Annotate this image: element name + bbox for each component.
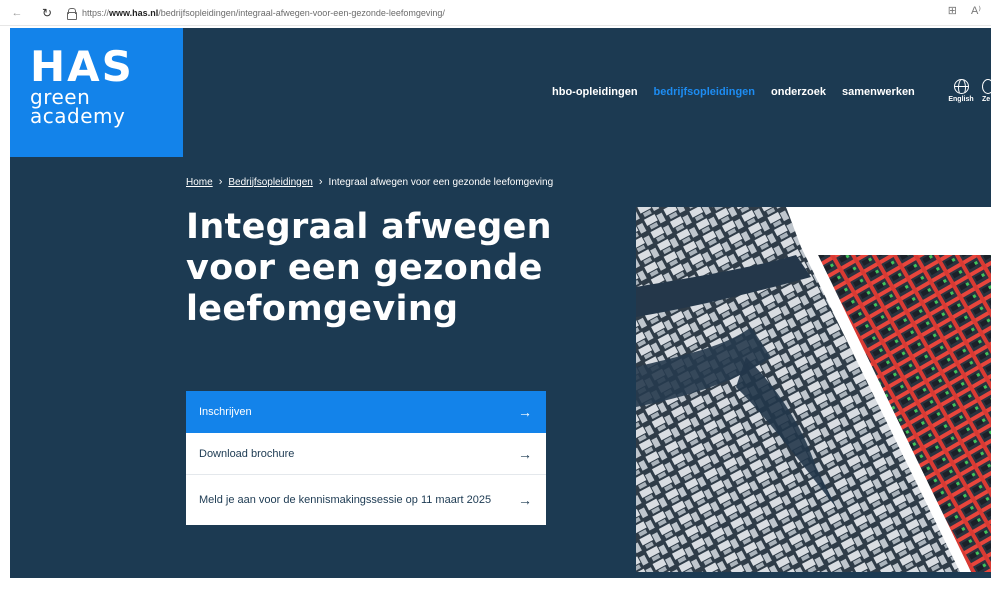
hero-city-image (636, 207, 991, 572)
chevron-right-icon: › (318, 176, 323, 188)
logo-line-academy: academy (30, 104, 126, 128)
reload-icon[interactable]: ↻ (38, 4, 56, 22)
kennismakingssessie-button[interactable]: Meld je aan voor de kennismakingssessie … (186, 475, 546, 525)
lock-icon (66, 7, 77, 20)
main-navigation: hbo-opleidingen bedrijfsopleidingen onde… (552, 86, 915, 98)
arrow-right-icon: → (518, 404, 532, 420)
has-green-academy-logo[interactable]: HAS green academy (10, 28, 183, 157)
nav-onderzoek[interactable]: onderzoek (771, 86, 826, 98)
search-icon (982, 79, 991, 94)
globe-icon (953, 79, 969, 94)
download-brochure-button[interactable]: Download brochure → (186, 433, 546, 475)
language-label: English (948, 96, 974, 103)
split-view-icon[interactable]: ⊞ (948, 4, 957, 17)
city-3d-render (636, 207, 991, 572)
cta-list: Inschrijven → Download brochure → Meld j… (186, 391, 546, 525)
breadcrumb-bedrijfsopleidingen[interactable]: Bedrijfsopleidingen (228, 177, 313, 188)
arrow-right-icon: → (518, 492, 532, 508)
address-bar[interactable]: https://www.has.nl/bedrijfsopleidingen/i… (66, 4, 445, 22)
language-switch[interactable]: English (946, 79, 976, 103)
download-brochure-label: Download brochure (199, 447, 295, 460)
breadcrumb-current: Integraal afwegen voor een gezonde leefo… (328, 176, 554, 188)
nav-samenwerken[interactable]: samenwerken (842, 86, 915, 98)
page-title: Integraal afwegen voor een gezonde leefo… (186, 207, 552, 329)
back-arrow-icon[interactable]: ← (8, 4, 26, 22)
arrow-right-icon: → (518, 445, 532, 462)
nav-bedrijfsopleidingen[interactable]: bedrijfsopleidingen (654, 86, 755, 98)
browser-toolbar: ← ↻ https://www.has.nl/bedrijfsopleiding… (0, 0, 991, 26)
breadcrumb: Home › Bedrijfsopleidingen › Integraal a… (186, 176, 553, 188)
inschrijven-button[interactable]: Inschrijven → (186, 391, 546, 433)
inschrijven-label: Inschrijven (199, 406, 252, 418)
read-aloud-icon[interactable]: A⁾ (971, 4, 981, 17)
nav-hbo-opleidingen[interactable]: hbo-opleidingen (552, 86, 638, 98)
kennismakingssessie-label: Meld je aan voor de kennismakingssessie … (199, 494, 492, 506)
url-text: https://www.has.nl/bedrijfsopleidingen/i… (82, 7, 445, 18)
logo-wordmark: HAS (30, 42, 134, 91)
chevron-right-icon: › (218, 176, 223, 188)
search-partial[interactable]: Ze (982, 79, 991, 103)
breadcrumb-home[interactable]: Home (186, 177, 213, 188)
search-label: Ze (982, 96, 991, 103)
